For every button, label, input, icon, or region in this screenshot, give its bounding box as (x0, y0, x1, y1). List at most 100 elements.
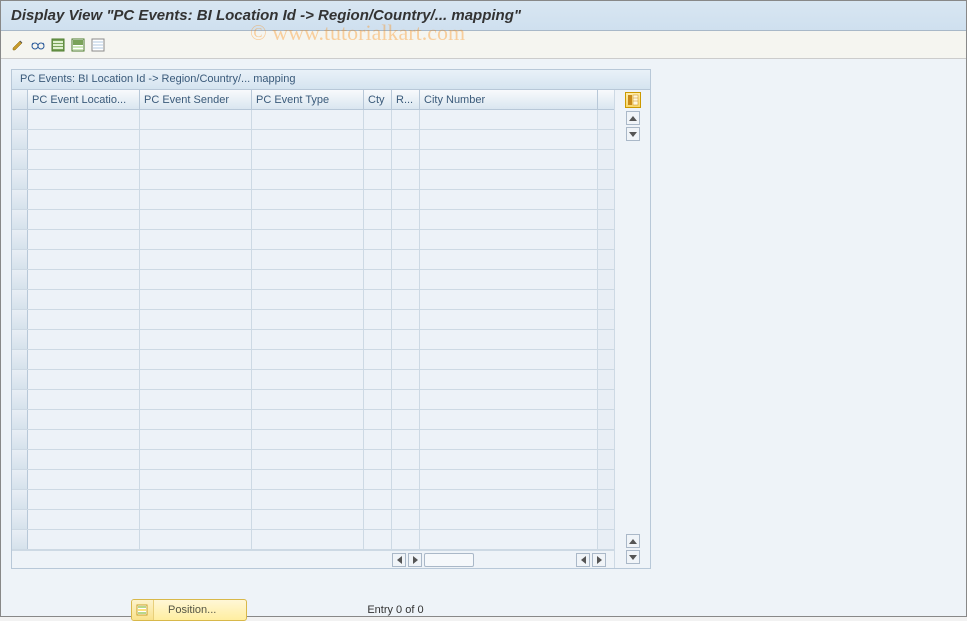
row-selector[interactable] (12, 130, 28, 149)
table-cell[interactable] (140, 390, 252, 409)
table-cell[interactable] (420, 230, 598, 249)
table-cell[interactable] (252, 270, 364, 289)
table-cell[interactable] (364, 250, 392, 269)
table-cell[interactable] (140, 190, 252, 209)
table-cell[interactable] (420, 410, 598, 429)
table-cell[interactable] (392, 310, 420, 329)
scroll-right-icon[interactable] (408, 553, 422, 567)
table-cell[interactable] (252, 110, 364, 129)
table-cell[interactable] (364, 190, 392, 209)
table-cell[interactable] (364, 290, 392, 309)
table-cell[interactable] (252, 290, 364, 309)
table-cell[interactable] (364, 390, 392, 409)
table-cell[interactable] (140, 170, 252, 189)
table-cell[interactable] (364, 330, 392, 349)
table-cell[interactable] (28, 410, 140, 429)
scroll-up-end-icon[interactable] (626, 534, 640, 548)
table-cell[interactable] (420, 370, 598, 389)
table-cell[interactable] (140, 350, 252, 369)
table-cell[interactable] (140, 490, 252, 509)
table-cell[interactable] (420, 330, 598, 349)
table-cell[interactable] (28, 290, 140, 309)
table-cell[interactable] (364, 350, 392, 369)
table-cell[interactable] (252, 130, 364, 149)
table-cell[interactable] (420, 430, 598, 449)
table-cell[interactable] (28, 310, 140, 329)
table-cell[interactable] (140, 330, 252, 349)
table-cell[interactable] (140, 110, 252, 129)
table-cell[interactable] (364, 110, 392, 129)
table-cell[interactable] (364, 230, 392, 249)
table-cell[interactable] (392, 250, 420, 269)
row-selector[interactable] (12, 510, 28, 529)
scroll-left-end-icon[interactable] (576, 553, 590, 567)
scroll-up-icon[interactable] (626, 111, 640, 125)
table-cell[interactable] (28, 210, 140, 229)
row-selector[interactable] (12, 110, 28, 129)
table-cell[interactable] (364, 510, 392, 529)
table-cell[interactable] (420, 130, 598, 149)
table-cell[interactable] (364, 170, 392, 189)
table-cell[interactable] (420, 150, 598, 169)
table-cell[interactable] (364, 370, 392, 389)
table-cell[interactable] (140, 370, 252, 389)
scroll-right-end-icon[interactable] (592, 553, 606, 567)
table-cell[interactable] (140, 410, 252, 429)
table-cell[interactable] (252, 230, 364, 249)
table-cell[interactable] (28, 150, 140, 169)
table-cell[interactable] (252, 530, 364, 549)
row-selector[interactable] (12, 370, 28, 389)
row-selector[interactable] (12, 410, 28, 429)
row-selector[interactable] (12, 210, 28, 229)
table-cell[interactable] (140, 130, 252, 149)
table-cell[interactable] (252, 470, 364, 489)
table-cell[interactable] (392, 150, 420, 169)
table-cell[interactable] (28, 170, 140, 189)
table-cell[interactable] (420, 390, 598, 409)
scroll-down-end-icon[interactable] (626, 550, 640, 564)
table-cell[interactable] (392, 170, 420, 189)
table-cell[interactable] (364, 410, 392, 429)
table-cell[interactable] (252, 450, 364, 469)
hscroll-track[interactable] (424, 553, 474, 567)
table-cell[interactable] (140, 450, 252, 469)
table-cell[interactable] (364, 450, 392, 469)
table-cell[interactable] (140, 510, 252, 529)
toggle-edit-icon[interactable] (9, 35, 27, 55)
table-cell[interactable] (392, 430, 420, 449)
select-block-icon[interactable] (69, 35, 87, 55)
table-cell[interactable] (364, 150, 392, 169)
table-cell[interactable] (420, 250, 598, 269)
column-header[interactable]: R... (392, 90, 420, 109)
table-cell[interactable] (420, 350, 598, 369)
table-cell[interactable] (252, 190, 364, 209)
scroll-down-icon[interactable] (626, 127, 640, 141)
table-cell[interactable] (392, 450, 420, 469)
table-cell[interactable] (392, 190, 420, 209)
table-cell[interactable] (140, 310, 252, 329)
table-cell[interactable] (252, 310, 364, 329)
table-cell[interactable] (252, 430, 364, 449)
select-all-corner[interactable] (12, 90, 28, 109)
table-cell[interactable] (392, 410, 420, 429)
row-selector[interactable] (12, 250, 28, 269)
table-cell[interactable] (252, 510, 364, 529)
deselect-all-icon[interactable] (89, 35, 107, 55)
table-cell[interactable] (392, 470, 420, 489)
table-cell[interactable] (140, 530, 252, 549)
table-cell[interactable] (392, 510, 420, 529)
table-cell[interactable] (420, 290, 598, 309)
glasses-details-icon[interactable] (29, 35, 47, 55)
table-cell[interactable] (28, 350, 140, 369)
table-cell[interactable] (252, 330, 364, 349)
select-all-icon[interactable] (49, 35, 67, 55)
table-cell[interactable] (364, 270, 392, 289)
table-cell[interactable] (140, 150, 252, 169)
table-cell[interactable] (420, 170, 598, 189)
table-cell[interactable] (420, 450, 598, 469)
table-cell[interactable] (420, 490, 598, 509)
table-cell[interactable] (420, 110, 598, 129)
table-cell[interactable] (28, 130, 140, 149)
table-cell[interactable] (420, 270, 598, 289)
row-selector[interactable] (12, 310, 28, 329)
